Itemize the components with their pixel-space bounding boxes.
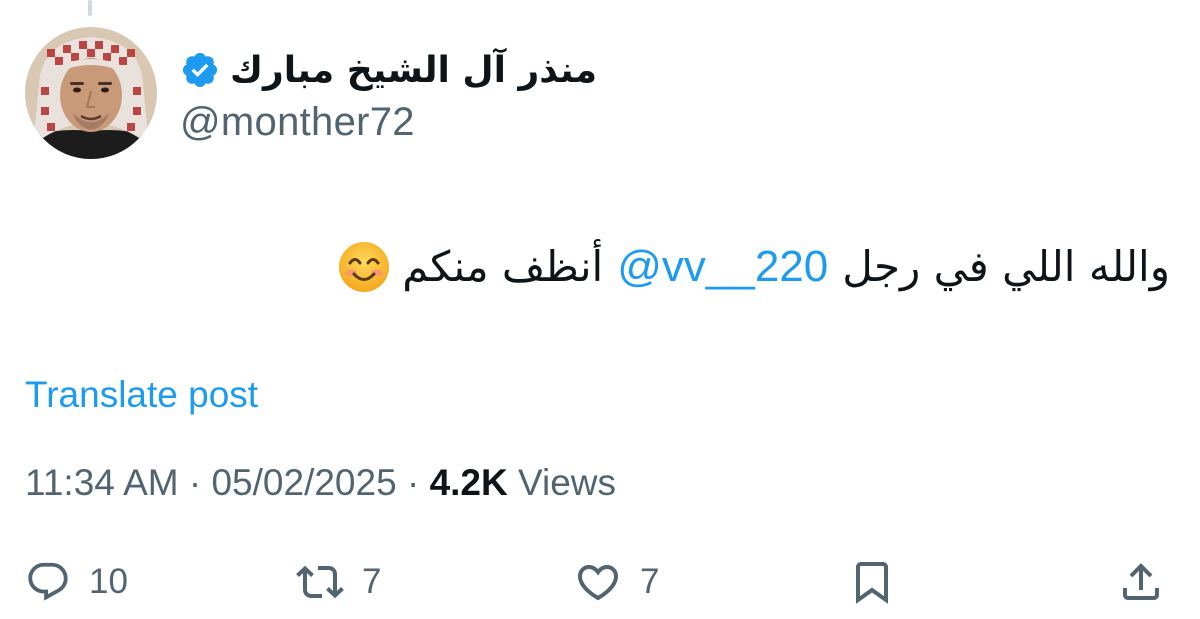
mention-link[interactable]: @vv__220: [617, 232, 828, 302]
repost-button[interactable]: 7: [296, 552, 381, 612]
meta-separator: ·: [188, 462, 202, 503]
tweet-time[interactable]: 11:34 AM: [25, 462, 179, 503]
reply-button[interactable]: 10: [25, 552, 128, 612]
repost-icon: [296, 558, 344, 606]
tweet-date[interactable]: 05/02/2025: [211, 462, 396, 503]
views-count[interactable]: 4.2K: [430, 462, 508, 503]
tweet-text-start: والله اللي في رجل: [842, 242, 1170, 291]
like-button[interactable]: 7: [574, 552, 659, 612]
heart-icon: [574, 558, 622, 606]
meta-separator: ·: [406, 462, 420, 503]
author-handle[interactable]: @monther72: [180, 100, 415, 145]
smiling-face-emoji-icon: [338, 241, 390, 293]
repost-count: 7: [362, 562, 382, 601]
thread-connector-line: [88, 0, 92, 16]
action-bar: 10 7 7: [0, 552, 1200, 612]
bookmark-button[interactable]: [848, 552, 896, 612]
tweet-text-end: أنظف منكم: [402, 242, 604, 291]
reply-count: 10: [89, 562, 128, 601]
views-label[interactable]: Views: [518, 462, 616, 503]
share-button[interactable]: [1117, 552, 1165, 612]
author-name-row[interactable]: منذر آل الشيخ مبارك: [180, 42, 597, 98]
tweet-metadata: 11:34 AM · 05/02/2025 · 4.2K Views: [25, 462, 616, 504]
share-icon: [1117, 558, 1165, 606]
tweet-detail: منذر آل الشيخ مبارك @monther72 والله الل…: [0, 0, 1200, 619]
reply-icon: [25, 559, 71, 605]
translate-post-link[interactable]: Translate post: [25, 374, 258, 416]
like-count: 7: [640, 562, 660, 601]
bookmark-icon: [848, 558, 896, 606]
tweet-text: والله اللي في رجل @vv__220 أنظف منكم: [338, 232, 1170, 302]
verified-badge-icon: [180, 50, 220, 90]
author-display-name[interactable]: منذر آل الشيخ مبارك: [230, 50, 597, 91]
avatar[interactable]: [25, 27, 157, 159]
